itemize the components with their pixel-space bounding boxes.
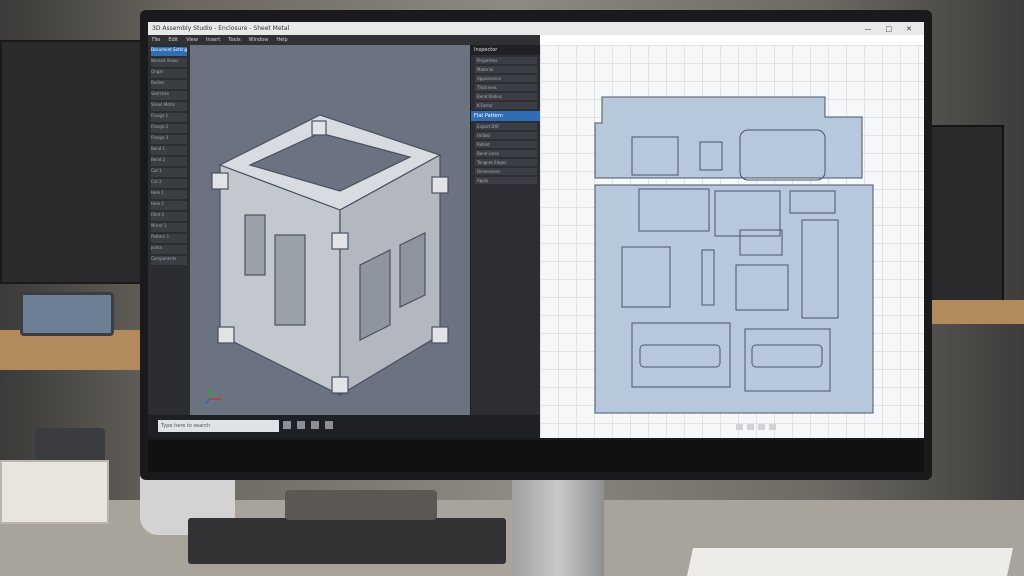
minimize-button[interactable]: —: [861, 25, 876, 33]
3d-printer-left: [0, 40, 144, 284]
tree-item[interactable]: Cut 2: [151, 179, 187, 188]
menu-file[interactable]: File: [152, 37, 160, 43]
tree-item[interactable]: Origin: [151, 69, 187, 78]
axis-triad-icon: [204, 388, 221, 405]
panel-header-flat-pattern: Flat Pattern: [471, 111, 541, 121]
tablet-device: [20, 292, 114, 336]
tray-icon[interactable]: [769, 424, 776, 430]
menu-help[interactable]: Help: [276, 37, 287, 43]
tree-item[interactable]: Bend 2: [151, 157, 187, 166]
menu-insert[interactable]: Insert: [206, 37, 220, 43]
metal-plate-top: [285, 490, 437, 520]
panel-row[interactable]: Bend Radius: [475, 93, 537, 100]
tray-icons: [676, 424, 782, 434]
maximize-button[interactable]: □: [882, 25, 897, 33]
taskbar-app-icon[interactable]: [311, 421, 319, 429]
tree-item[interactable]: Joints: [151, 245, 187, 254]
menu-edit[interactable]: Edit: [168, 37, 178, 43]
taskbar: Type here to search: [148, 415, 540, 438]
tree-item[interactable]: Components: [151, 256, 187, 265]
3d-viewport[interactable]: [190, 45, 496, 415]
taskbar-search-input[interactable]: Type here to search: [158, 420, 279, 432]
tree-item[interactable]: Document Settings: [151, 47, 187, 56]
tree-item[interactable]: Cut 1: [151, 168, 187, 177]
properties-panel: Inspector Properties Material Appearance…: [470, 45, 541, 415]
tray-icon[interactable]: [758, 424, 765, 430]
monitor-stand: [512, 465, 604, 576]
panel-row[interactable]: Appearance: [475, 75, 537, 82]
browser-tree: Document Settings Named Views Origin Bod…: [148, 45, 191, 415]
monitor-chin: [148, 440, 924, 472]
panel-row[interactable]: Tangent Edges: [475, 159, 537, 166]
tree-item[interactable]: Hole 2: [151, 201, 187, 210]
panel-header-inspector: Inspector: [471, 45, 541, 55]
apply-button[interactable]: Apply: [475, 177, 537, 184]
menu-tools[interactable]: Tools: [228, 37, 240, 43]
tray-icon[interactable]: [736, 424, 743, 430]
taskbar-app-icon[interactable]: [325, 421, 333, 429]
panel-row[interactable]: Refold: [475, 141, 537, 148]
panel-row[interactable]: Unfold: [475, 132, 537, 139]
menu-window[interactable]: Window: [249, 37, 269, 43]
tree-item[interactable]: Hole 1: [151, 190, 187, 199]
windows-start-icon[interactable]: [283, 421, 291, 429]
tree-item[interactable]: Pattern 1: [151, 234, 187, 243]
tree-item[interactable]: Flange 2: [151, 124, 187, 133]
menu-view[interactable]: View: [186, 37, 198, 43]
tray-icon[interactable]: [747, 424, 754, 430]
tree-item[interactable]: Sketches: [151, 91, 187, 100]
tree-item[interactable]: Bodies: [151, 80, 187, 89]
screen: 3D Assembly Studio - Enclosure - Sheet M…: [148, 22, 924, 438]
flat-pattern-sheet: [594, 96, 874, 414]
3d-model: [211, 114, 449, 397]
title-bar: 3D Assembly Studio - Enclosure - Sheet M…: [148, 22, 924, 35]
tree-item[interactable]: Mirror 1: [151, 223, 187, 232]
taskbar-app-icon[interactable]: [297, 421, 305, 429]
close-button[interactable]: ✕: [902, 25, 916, 33]
menu-bar: File Edit View Insert Tools Window Help: [148, 35, 544, 45]
tree-item[interactable]: Named Views: [151, 58, 187, 67]
shelf-left: [0, 330, 150, 370]
shelf-right: [929, 300, 1024, 324]
tree-item[interactable]: Fillet 1: [151, 212, 187, 221]
panel-row[interactable]: K-Factor: [475, 102, 537, 109]
panel-row[interactable]: Material: [475, 66, 537, 73]
desk-block: [0, 460, 109, 524]
tree-item[interactable]: Flange 1: [151, 113, 187, 122]
panel-row[interactable]: Dimensions: [475, 168, 537, 175]
window-title: 3D Assembly Studio - Enclosure - Sheet M…: [152, 25, 290, 32]
panel-row[interactable]: Thickness: [475, 84, 537, 91]
panel-row[interactable]: Bend Lines: [475, 150, 537, 157]
paper-sheet: [687, 548, 1013, 576]
metal-plate-bottom: [188, 518, 506, 564]
tree-item[interactable]: Flange 3: [151, 135, 187, 144]
panel-row[interactable]: Export DXF: [475, 123, 537, 130]
tree-item[interactable]: Bend 1: [151, 146, 187, 155]
panel-row[interactable]: Properties: [475, 57, 537, 64]
flat-pattern-drawing[interactable]: [540, 45, 924, 438]
tree-item[interactable]: Sheet Metal: [151, 102, 187, 111]
